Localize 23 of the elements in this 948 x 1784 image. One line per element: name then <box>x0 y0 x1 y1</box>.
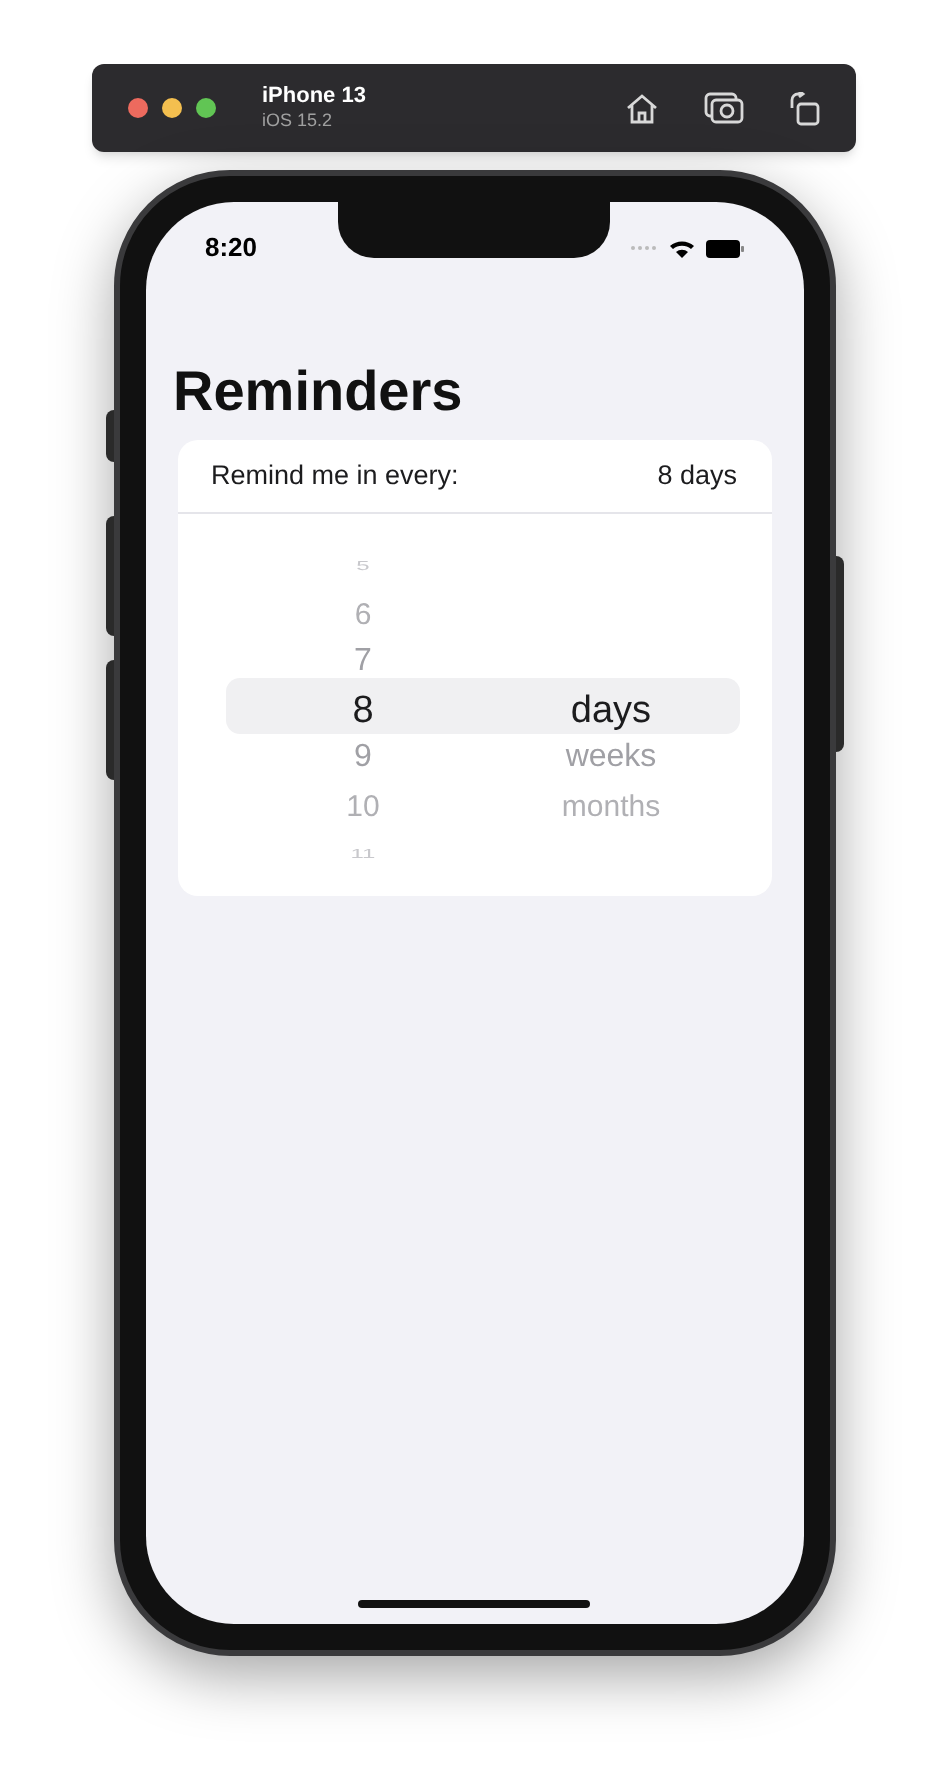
status-time: 8:20 <box>205 230 258 267</box>
minimize-icon[interactable] <box>162 98 182 118</box>
picker-item[interactable]: days <box>570 691 652 729</box>
os-version: iOS 15.2 <box>262 110 335 133</box>
setting-label: Remind me in every: <box>211 457 459 494</box>
close-icon[interactable] <box>128 98 148 118</box>
maximize-icon[interactable] <box>196 98 216 118</box>
picker-item[interactable]: months <box>561 791 661 821</box>
camera-icon[interactable] <box>704 92 744 124</box>
picker-item[interactable]: 6 <box>354 599 372 629</box>
picker-item[interactable]: weeks <box>565 742 657 774</box>
picker-item[interactable]: 10 <box>346 791 380 821</box>
battery-icon <box>705 239 743 257</box>
setting-value: 8 days <box>657 457 737 494</box>
signal-icon <box>629 244 657 252</box>
home-icon[interactable] <box>624 92 660 124</box>
picker-item[interactable]: 8 <box>352 691 374 729</box>
device-name: iPhone 13 <box>262 83 366 111</box>
page-title: Reminders <box>173 364 465 420</box>
wifi-icon <box>667 238 695 258</box>
rotate-icon[interactable] <box>788 91 820 125</box>
picker-item[interactable]: 7 <box>354 646 372 678</box>
picker-item[interactable]: 9 <box>354 742 372 774</box>
